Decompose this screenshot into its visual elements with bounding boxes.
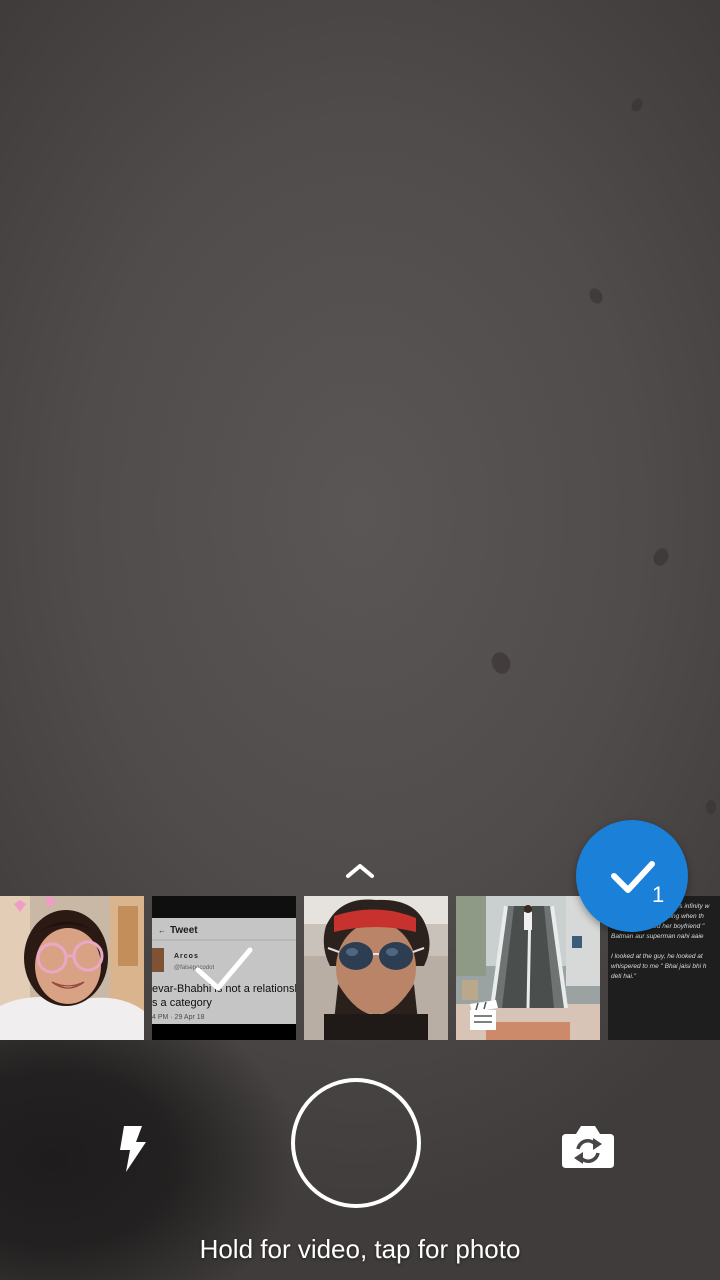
post-line: deti hai.": [611, 973, 637, 980]
post-line: Batman aur superman nahi aaie: [611, 933, 704, 940]
gallery-thumbnail-portrait[interactable]: [304, 896, 448, 1040]
post-line: I looked at the guy, he looked at: [611, 953, 704, 960]
confirm-selection-button[interactable]: 1: [576, 820, 688, 932]
viewfinder-speck: [706, 800, 716, 814]
flash-toggle-button[interactable]: [112, 1122, 152, 1174]
check-icon: [611, 861, 655, 893]
viewfinder-speck: [629, 96, 645, 114]
shutter-button[interactable]: [291, 1078, 421, 1208]
viewfinder-speck: [650, 545, 672, 569]
gallery-thumbnail-tweet[interactable]: ← Tweet Arcos @falsepocodot evar-Bhabhi …: [152, 896, 296, 1040]
viewfinder-speck: [586, 286, 606, 306]
capture-hint-text: Hold for video, tap for photo: [199, 1234, 521, 1264]
post-line: whispered to me " Bhai jaisi bhi h: [611, 963, 707, 970]
selected-count-badge: 1: [652, 882, 665, 907]
switch-camera-button[interactable]: [560, 1122, 616, 1170]
chevron-up-icon[interactable]: [340, 858, 380, 882]
switch-camera-icon: [562, 1126, 614, 1168]
gallery-thumbnail-selfie[interactable]: [0, 896, 144, 1040]
video-clapper-icon: [470, 1000, 498, 1030]
camera-viewfinder[interactable]: ← Tweet Arcos @falsepocodot evar-Bhabhi …: [0, 0, 720, 1280]
viewfinder-speck: [488, 649, 514, 677]
flash-icon: [120, 1126, 146, 1172]
